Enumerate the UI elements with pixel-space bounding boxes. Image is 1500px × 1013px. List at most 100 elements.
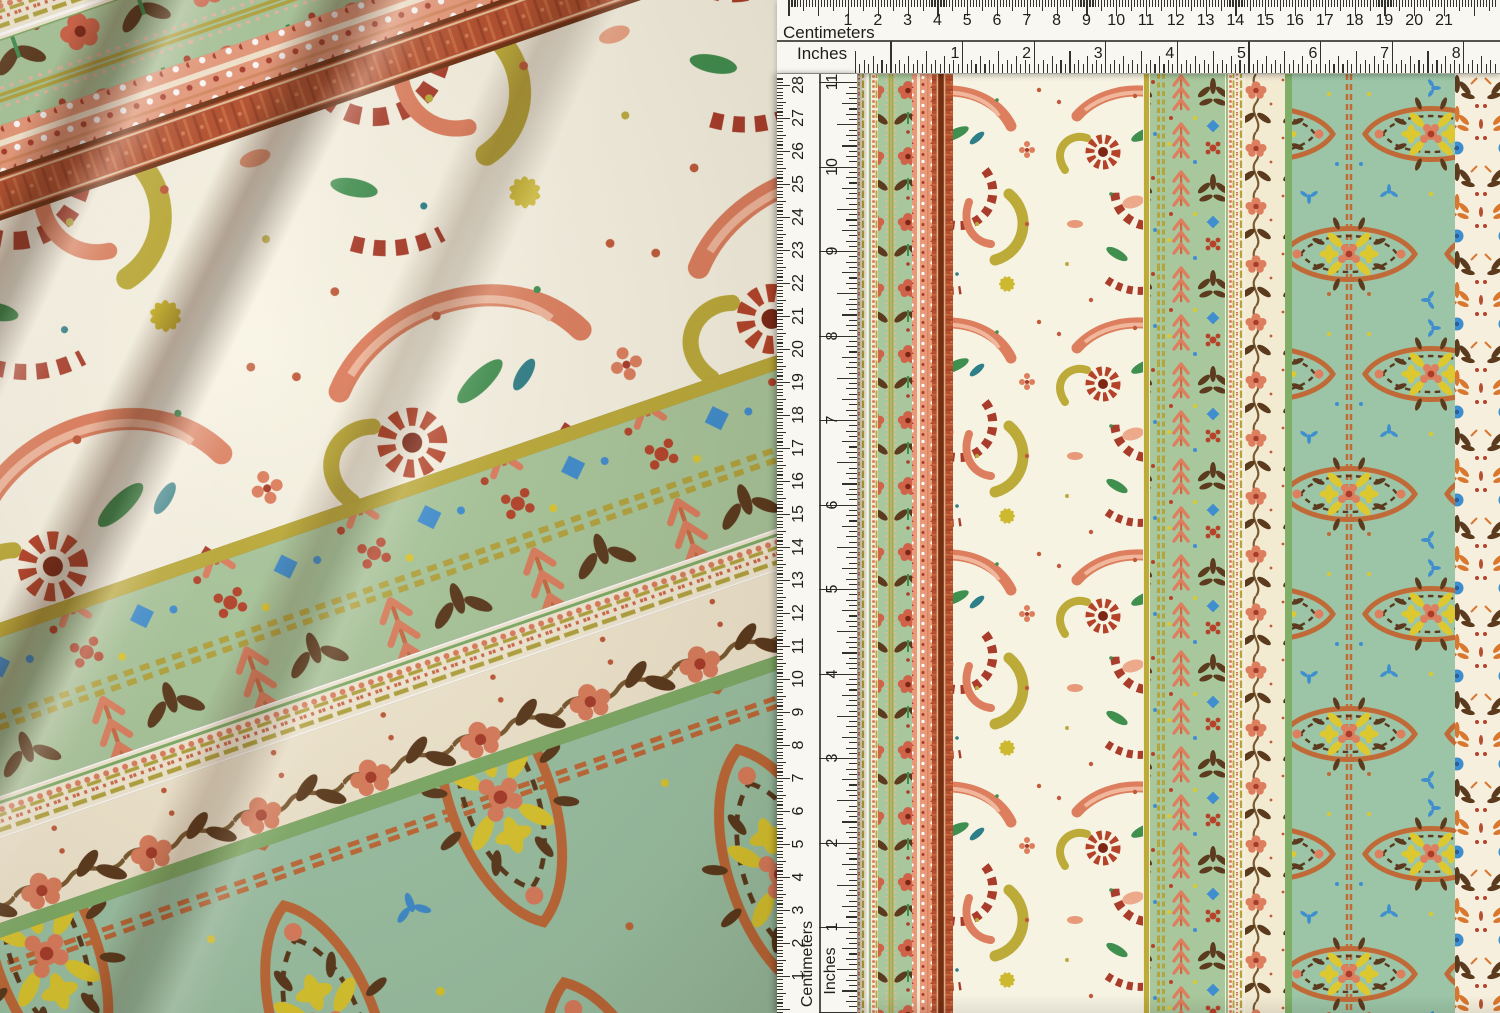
inch-tick bbox=[849, 943, 857, 944]
inch-tick bbox=[842, 399, 857, 400]
cm-tick bbox=[777, 141, 783, 142]
cm-tick bbox=[1378, 0, 1379, 7]
cm-tick bbox=[777, 402, 783, 403]
inch-tick bbox=[846, 135, 857, 136]
inch-tick bbox=[1472, 60, 1473, 73]
cm-number: 18 bbox=[1346, 12, 1364, 30]
cm-tick bbox=[777, 656, 783, 657]
cm-tick bbox=[777, 696, 786, 697]
inch-tick bbox=[849, 848, 857, 849]
cm-tick bbox=[777, 131, 783, 132]
inch-tick bbox=[1186, 60, 1187, 73]
cm-number: 5 bbox=[790, 840, 808, 849]
cm-tick bbox=[777, 303, 783, 304]
cm-tick bbox=[777, 481, 790, 482]
inch-tick bbox=[849, 679, 857, 680]
cm-tick bbox=[777, 85, 790, 86]
cm-tick bbox=[777, 158, 783, 159]
cm-tick bbox=[1119, 0, 1120, 7]
cm-tick bbox=[777, 686, 783, 687]
cm-number: 21 bbox=[1435, 12, 1453, 30]
cm-tick bbox=[1137, 0, 1138, 7]
cm-tick bbox=[777, 725, 783, 726]
inch-tick bbox=[849, 446, 857, 447]
inch-number: 3 bbox=[1094, 45, 1103, 63]
cm-tick bbox=[777, 204, 783, 205]
inch-tick bbox=[1477, 64, 1478, 73]
inch-tick bbox=[849, 373, 857, 374]
inch-tick bbox=[1199, 64, 1200, 73]
inch-tick bbox=[849, 404, 857, 405]
cm-tick bbox=[777, 837, 783, 838]
cm-tick bbox=[985, 0, 986, 7]
cm-tick bbox=[777, 217, 790, 218]
cm-tick bbox=[777, 405, 783, 406]
cm-tick bbox=[777, 930, 783, 931]
inch-tick bbox=[849, 700, 857, 701]
cm-tick bbox=[1489, 0, 1490, 11]
cm-tick bbox=[1128, 0, 1129, 7]
inch-tick bbox=[849, 320, 857, 321]
cm-tick bbox=[1098, 0, 1099, 7]
inch-tick bbox=[1387, 64, 1388, 73]
inch-tick bbox=[849, 806, 857, 807]
cm-tick bbox=[1253, 0, 1254, 7]
cm-tick bbox=[797, 0, 798, 7]
cm-tick bbox=[777, 461, 783, 462]
cm-tick bbox=[777, 573, 783, 574]
cm-tick bbox=[1215, 0, 1216, 7]
cm-tick bbox=[884, 0, 885, 7]
horizontal-ruler: Centimeters Inches 123456789101112131415… bbox=[777, 0, 1500, 74]
cm-tick bbox=[1075, 0, 1076, 7]
inch-tick bbox=[846, 790, 857, 791]
inch-tick bbox=[993, 64, 994, 73]
inch-tick bbox=[1172, 64, 1173, 73]
cm-tick bbox=[777, 224, 783, 225]
cm-tick bbox=[777, 115, 783, 116]
cm-tick bbox=[777, 280, 783, 281]
inch-tick bbox=[846, 832, 857, 833]
inch-tick bbox=[1316, 64, 1317, 73]
cm-tick bbox=[777, 524, 783, 525]
cm-tick bbox=[777, 187, 783, 188]
cm-tick bbox=[777, 540, 783, 541]
cm-tick bbox=[777, 125, 783, 126]
cm-tick bbox=[1459, 0, 1460, 11]
cm-tick bbox=[1346, 0, 1347, 7]
cm-tick bbox=[777, 600, 783, 601]
cm-tick bbox=[1450, 0, 1451, 7]
cm-tick bbox=[777, 458, 783, 459]
cm-tick bbox=[1358, 0, 1359, 7]
inch-number: 2 bbox=[824, 838, 842, 847]
inch-tick bbox=[846, 726, 857, 727]
cm-tick bbox=[777, 801, 783, 802]
cm-tick bbox=[1322, 0, 1323, 7]
inch-tick bbox=[849, 489, 857, 490]
cm-tick bbox=[1370, 0, 1371, 11]
inch-tick bbox=[1132, 60, 1133, 73]
cm-tick bbox=[777, 874, 783, 875]
inch-tick bbox=[849, 288, 857, 289]
cm-tick bbox=[1486, 0, 1487, 7]
cm-tick bbox=[1408, 0, 1409, 7]
inch-tick bbox=[1374, 56, 1375, 73]
cm-tick bbox=[1188, 0, 1189, 7]
cm-tick bbox=[777, 95, 783, 96]
inch-tick bbox=[849, 605, 857, 606]
inch-tick bbox=[849, 478, 857, 479]
cm-tick bbox=[1224, 0, 1225, 7]
inch-tick bbox=[1342, 64, 1343, 73]
cm-tick bbox=[777, 230, 783, 231]
cm-tick bbox=[973, 0, 974, 7]
cm-tick bbox=[1477, 0, 1478, 7]
inch-tick bbox=[1154, 64, 1155, 73]
inch-tick bbox=[1105, 41, 1106, 73]
inch-tick bbox=[849, 531, 857, 532]
cm-tick bbox=[815, 0, 816, 7]
cm-tick bbox=[777, 613, 790, 614]
inch-tick bbox=[849, 204, 857, 205]
inch-tick bbox=[849, 742, 857, 743]
cm-tick bbox=[777, 646, 790, 647]
inch-tick bbox=[849, 573, 857, 574]
cm-tick bbox=[872, 0, 873, 7]
